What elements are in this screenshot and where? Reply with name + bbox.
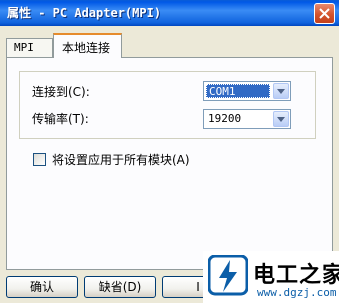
transfer-rate-dropdown-button[interactable] bbox=[273, 111, 289, 127]
apply-all-label[interactable]: 将设置应用于所有模块(A) bbox=[52, 151, 190, 168]
ok-button[interactable]: 确认 bbox=[6, 276, 78, 298]
window-title: 属性 - PC Adapter(MPI) bbox=[7, 6, 162, 20]
tab-local-connection-label: 本地连接 bbox=[62, 41, 111, 55]
close-button[interactable] bbox=[314, 3, 335, 24]
watermark-logo: 电工之家 www.dgzj.com bbox=[203, 251, 339, 303]
default-button[interactable]: 缺省(D) bbox=[84, 276, 156, 298]
chevron-down-icon bbox=[277, 89, 285, 94]
apply-all-checkbox[interactable] bbox=[33, 153, 46, 166]
lightning-icon bbox=[208, 255, 248, 296]
chevron-down-icon bbox=[277, 117, 285, 122]
transfer-rate-select[interactable]: 19200 bbox=[203, 109, 291, 129]
transfer-rate-value: 19200 bbox=[208, 112, 242, 125]
tab-mpi[interactable]: MPI bbox=[6, 38, 53, 57]
watermark-url: www.dgzj.com bbox=[257, 286, 337, 299]
connect-to-select[interactable]: COM1 bbox=[203, 81, 291, 101]
ok-button-label: 确认 bbox=[29, 280, 54, 294]
connect-to-dropdown-button[interactable] bbox=[273, 83, 289, 99]
title-bar[interactable]: 属性 - PC Adapter(MPI) bbox=[0, 0, 339, 26]
connect-to-value: COM1 bbox=[206, 84, 270, 98]
third-button-label: I bbox=[196, 280, 200, 294]
watermark-name: 电工之家 bbox=[253, 263, 339, 288]
close-icon bbox=[319, 8, 330, 19]
default-button-label: 缺省(D) bbox=[98, 280, 142, 294]
connect-to-label: 连接到(C): bbox=[32, 85, 90, 99]
tab-local-connection[interactable]: 本地连接 bbox=[53, 33, 122, 58]
tab-mpi-label: MPI bbox=[14, 41, 34, 54]
transfer-rate-label: 传输率(T): bbox=[32, 112, 89, 126]
